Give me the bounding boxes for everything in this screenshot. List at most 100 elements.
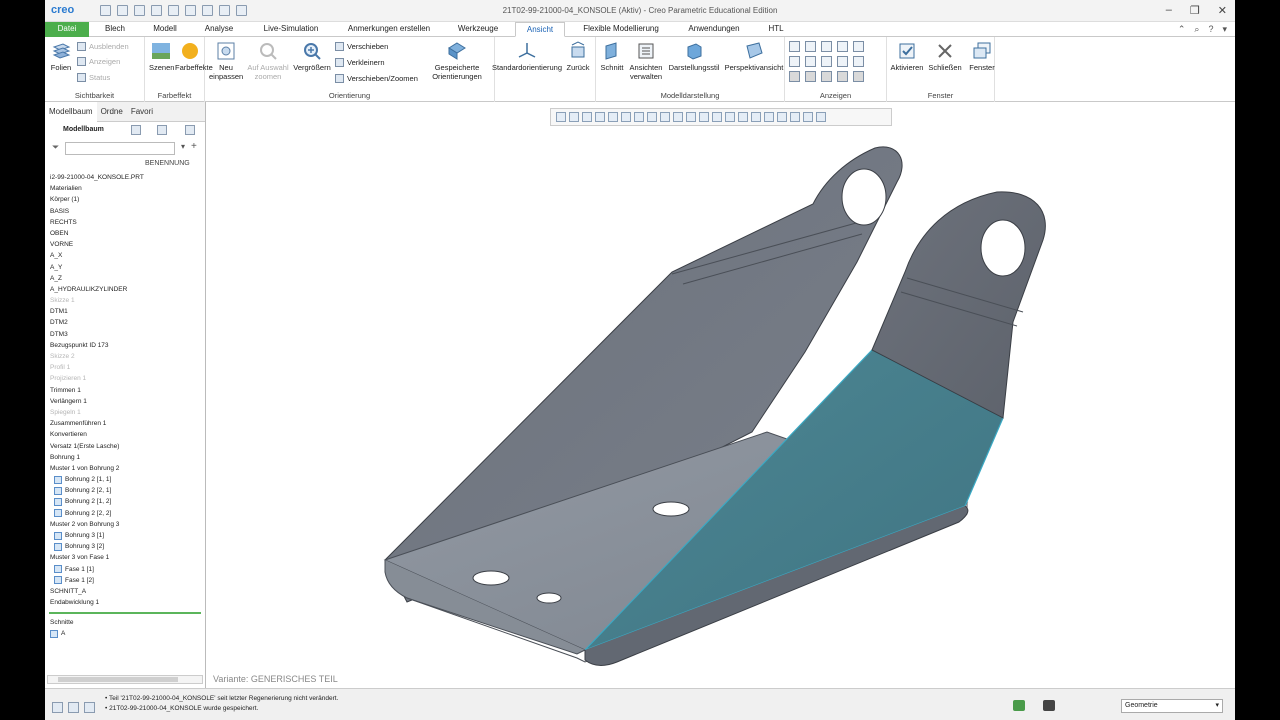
regen-status-icon[interactable] [1013, 700, 1025, 711]
neu-einpassen-button[interactable]: Neu einpassen [209, 41, 243, 81]
fullscreen-icon[interactable] [84, 702, 95, 713]
tree-item[interactable]: Bohrung 3 [2] [50, 541, 200, 552]
tree-item[interactable]: Bohrung 2 [1, 1] [50, 474, 200, 485]
auf-auswahl-zoomen-button[interactable]: Auf Auswahl zoomen [245, 41, 291, 81]
tab-blech[interactable]: Blech [93, 22, 137, 37]
tree-item[interactable]: DTM1 [50, 306, 200, 317]
right-eye-hole[interactable] [980, 219, 1026, 277]
tab-modellbaum[interactable]: Modellbaum [45, 101, 97, 122]
minimize-icon[interactable]: – [1166, 4, 1172, 17]
datum-axis-tag-icon[interactable] [805, 71, 816, 82]
aktivieren-button[interactable]: Aktivieren [889, 41, 925, 72]
base-hole[interactable] [652, 501, 690, 517]
tree-item[interactable]: Bohrung 2 [2, 1] [50, 485, 200, 496]
tab-modell[interactable]: Modell [143, 22, 187, 37]
tree-item[interactable]: DTM2 [50, 317, 200, 328]
tab-htl[interactable]: HTL [759, 22, 793, 37]
section-item[interactable]: A [50, 628, 74, 639]
standardorientierung-button[interactable]: Standardorientierung [489, 41, 565, 72]
tab-live-simulation[interactable]: Live-Simulation [253, 22, 329, 37]
perspektivansicht-button[interactable]: Perspektivansicht [724, 41, 784, 72]
tree-item[interactable]: Endabwicklung 1 [50, 597, 200, 608]
szenen-button[interactable]: Szenen [149, 41, 174, 72]
tree-filter-input[interactable] [65, 142, 175, 155]
base-hole[interactable] [536, 592, 562, 604]
find-icon[interactable] [1043, 700, 1055, 711]
datum-point-tag-icon[interactable] [821, 71, 832, 82]
tree-item[interactable]: Bohrung 3 [1] [50, 530, 200, 541]
tree-item[interactable]: Fase 1 [2] [50, 575, 200, 586]
csys-tag-icon[interactable] [837, 71, 848, 82]
plane-display-icon[interactable] [789, 41, 800, 52]
tab-datei[interactable]: Datei [45, 22, 89, 37]
vergroessern-button[interactable]: Vergrößern [293, 41, 331, 72]
base-hole[interactable] [472, 570, 510, 586]
tree-item[interactable]: Skizze 1 [50, 295, 200, 306]
schliessen-button[interactable]: Schließen [927, 41, 963, 72]
tree-item[interactable]: Projizieren 1 [50, 373, 200, 384]
center-display-icon[interactable] [853, 56, 864, 67]
tree-horizontal-scrollbar[interactable] [47, 675, 203, 684]
folien-button[interactable]: Folien [48, 41, 74, 72]
tree-item[interactable]: Fase 1 [1] [50, 564, 200, 575]
tab-analyse[interactable]: Analyse [197, 22, 241, 37]
tree-item[interactable]: Skizze 2 [50, 351, 200, 362]
left-eye-hole[interactable] [841, 168, 887, 226]
3d-notes-icon[interactable] [821, 56, 832, 67]
tree-item[interactable]: A_Z [50, 273, 200, 284]
tree-item[interactable]: Muster 3 von Fase 1 [50, 552, 200, 563]
tree-item[interactable]: Muster 2 von Bohrung 3 [50, 519, 200, 530]
search-icon[interactable]: ⌕ [1194, 24, 1199, 35]
tab-favoriten[interactable]: Favori [127, 102, 157, 122]
tree-item[interactable]: Körper (1) [50, 194, 200, 205]
filter-options-icon[interactable]: ▾ [181, 142, 185, 151]
spin-center-icon[interactable] [805, 56, 816, 67]
tree-item[interactable]: Profil 1 [50, 362, 200, 373]
tree-item[interactable]: A_Y [50, 262, 200, 273]
maximize-icon[interactable]: ❐ [1190, 4, 1200, 17]
tree-item[interactable]: Versatz 1(Erste Lasche) [50, 441, 200, 452]
help-icon[interactable]: ? [1208, 24, 1213, 35]
farbeffekte-button[interactable]: Farbeffekte [175, 41, 213, 72]
tree-item[interactable]: OBEN [50, 228, 200, 239]
collapse-ribbon-icon[interactable]: ⌃ [1178, 24, 1186, 35]
verkleinern-button[interactable]: Verkleinern [335, 56, 385, 68]
tree-item[interactable]: Bohrung 1 [50, 452, 200, 463]
fenster-button[interactable]: Fenster [969, 41, 995, 72]
tree-item[interactable]: Trimmen 1 [50, 385, 200, 396]
graphics-window[interactable]: Variante: GENERISCHES TEIL [207, 102, 1235, 688]
tree-columns-icon[interactable] [185, 125, 195, 135]
tab-werkzeuge[interactable]: Werkzeuge [449, 22, 507, 37]
show-icon[interactable] [157, 125, 167, 135]
extra-tag-icon[interactable] [853, 71, 864, 82]
verschieben-button[interactable]: Verschieben [335, 40, 388, 52]
tab-ordner[interactable]: Ordne [97, 102, 127, 122]
browser-toggle-icon[interactable] [68, 702, 79, 713]
verschieben-zoomen-button[interactable]: Verschieben/Zoomen [335, 72, 418, 84]
tree-item[interactable]: Bezugspunkt ID 173 [50, 340, 200, 351]
tab-anwendungen[interactable]: Anwendungen [678, 22, 750, 37]
gespeicherte-orientierungen-button[interactable]: Gespeicherte Orientierungen [427, 41, 487, 81]
tab-flexible-modellierung[interactable]: Flexible Modellierung [573, 22, 669, 37]
options-icon[interactable]: ▾ [1222, 24, 1227, 35]
annotation-display-icon[interactable] [853, 41, 864, 52]
tree-settings-icon[interactable] [131, 125, 141, 135]
tree-item[interactable]: Konvertieren [50, 429, 200, 440]
navigator-toggle-icon[interactable] [52, 702, 63, 713]
tag-display-icon[interactable] [789, 56, 800, 67]
tab-ansicht[interactable]: Ansicht [515, 22, 565, 37]
darstellungsstil-button[interactable]: Darstellungsstil [666, 41, 722, 72]
anzeigen-button[interactable]: Anzeigen [77, 55, 120, 67]
tree-item[interactable]: Spiegeln 1 [50, 407, 200, 418]
bracket-3d-model[interactable] [207, 102, 1235, 688]
grid-display-icon[interactable] [837, 56, 848, 67]
tree-item[interactable]: Bohrung 2 [2, 2] [50, 508, 200, 519]
tree-item[interactable]: Zusammenführen 1 [50, 418, 200, 429]
zurueck-button[interactable]: Zurück [563, 41, 593, 72]
add-filter-icon[interactable]: + [191, 141, 197, 152]
tree-item[interactable]: DTM3 [50, 329, 200, 340]
tree-item[interactable]: Bohrung 2 [1, 2] [50, 496, 200, 507]
tree-item[interactable]: Muster 1 von Bohrung 2 [50, 463, 200, 474]
scrollbar-thumb[interactable] [58, 677, 178, 682]
schnitt-button[interactable]: Schnitt [598, 41, 626, 72]
